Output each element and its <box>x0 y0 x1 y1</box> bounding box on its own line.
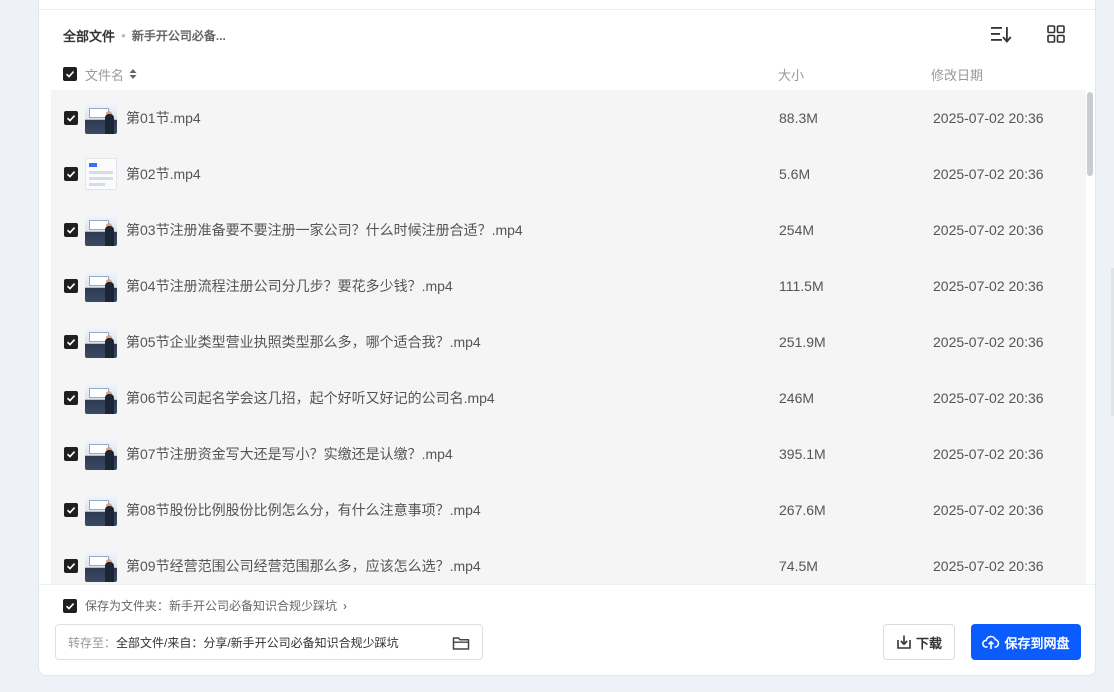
row-checkbox[interactable] <box>64 503 78 517</box>
column-header-name-label: 文件名 <box>85 67 125 83</box>
sort-icon <box>991 27 1012 43</box>
file-size: 254M <box>779 222 815 238</box>
file-name[interactable]: 第09节经营范围公司经营范围那么多，应该怎么选？.mp4 <box>126 556 481 576</box>
save-to-path-field[interactable]: 转存至： 全部文件/来自：分享/新手开公司必备知识合规少踩坑 <box>55 624 483 660</box>
cloud-upload-icon <box>982 635 1000 649</box>
file-date: 2025-07-02 20:36 <box>933 446 1044 462</box>
footer-divider <box>39 584 1095 585</box>
row-checkbox[interactable] <box>64 223 78 237</box>
download-label: 下载 <box>915 635 942 651</box>
row-checkbox[interactable] <box>64 391 78 405</box>
file-list[interactable]: 第01节.mp4 88.3M 2025-07-02 20:36 第02节.mp4 5.6… <box>51 90 1097 584</box>
file-row[interactable]: 第02节.mp4 5.6M 2025-07-02 20:36 <box>51 146 1086 202</box>
save-as-folder-option[interactable]: 保存为文件夹：新手开公司必备知识合规少踩坑 › <box>63 597 347 614</box>
check-icon <box>66 171 76 178</box>
file-thumbnail[interactable] <box>85 158 117 190</box>
file-name[interactable]: 第06节公司起名学会这几招，起个好听又好记的公司名.mp4 <box>126 388 495 408</box>
check-icon <box>66 563 76 570</box>
grid-icon <box>1047 25 1065 43</box>
column-header-date[interactable]: 修改日期 <box>931 65 983 84</box>
check-icon <box>66 227 76 234</box>
save-to-path: 全部文件/来自：分享/新手开公司必备知识合规少踩坑 <box>116 635 399 650</box>
save-as-folder-label: 保存为文件夹：新手开公司必备知识合规少踩坑 <box>85 599 338 613</box>
sort-arrows-icon <box>129 69 137 79</box>
check-icon <box>66 115 76 122</box>
grid-view-button[interactable] <box>1044 22 1068 46</box>
folder-icon[interactable] <box>452 634 470 652</box>
file-row[interactable]: 第03节注册准备要不要注册一家公司？什么时候注册合适？.mp4 254M 2025-… <box>51 202 1086 258</box>
file-row[interactable]: 第05节企业类型营业执照类型那么多，哪个适合我？.mp4 251.9M 2025-0… <box>51 314 1086 370</box>
file-row[interactable]: 第01节.mp4 88.3M 2025-07-02 20:36 <box>51 90 1086 146</box>
check-icon <box>66 395 76 402</box>
file-name[interactable]: 第08节股份比例股份比例怎么分，有什么注意事项？.mp4 <box>126 500 481 520</box>
check-icon <box>66 507 76 514</box>
file-name[interactable]: 第02节.mp4 <box>126 164 201 184</box>
row-checkbox[interactable] <box>64 167 78 181</box>
column-header-name[interactable]: 文件名 <box>85 65 138 84</box>
file-size: 267.6M <box>779 502 826 518</box>
check-icon <box>66 451 76 458</box>
select-all-checkbox[interactable] <box>63 67 77 81</box>
save-as-folder-checkbox[interactable] <box>63 598 77 613</box>
file-date: 2025-07-02 20:36 <box>933 390 1044 406</box>
file-date: 2025-07-02 20:36 <box>933 278 1044 294</box>
breadcrumb-separator-icon: ● <box>121 31 126 40</box>
video-thumbnail[interactable] <box>85 494 117 526</box>
breadcrumb-root[interactable]: 全部文件 <box>63 26 115 45</box>
file-row[interactable]: 第06节公司起名学会这几招，起个好听又好记的公司名.mp4 246M 2025-07… <box>51 370 1086 426</box>
file-row[interactable]: 第08节股份比例股份比例怎么分，有什么注意事项？.mp4 267.6M 2025-0… <box>51 482 1086 538</box>
check-icon <box>66 283 76 290</box>
video-thumbnail[interactable] <box>85 550 117 582</box>
video-thumbnail[interactable] <box>85 214 117 246</box>
scrollbar-thumb[interactable] <box>1087 92 1093 176</box>
table-header: 文件名 大小 修改日期 <box>63 64 1073 84</box>
file-size: 251.9M <box>779 334 826 350</box>
file-size: 395.1M <box>779 446 826 462</box>
file-row[interactable]: 第04节注册流程注册公司分几步？要花多少钱？.mp4 111.5M 2025-07-… <box>51 258 1086 314</box>
file-name[interactable]: 第07节注册资金写大还是写小？实缴还是认缴？.mp4 <box>126 444 453 464</box>
file-name[interactable]: 第01节.mp4 <box>126 108 201 128</box>
row-checkbox[interactable] <box>64 111 78 125</box>
file-name[interactable]: 第03节注册准备要不要注册一家公司？什么时候注册合适？.mp4 <box>126 220 523 240</box>
video-thumbnail[interactable] <box>85 438 117 470</box>
file-date: 2025-07-02 20:36 <box>933 166 1044 182</box>
file-row[interactable]: 第07节注册资金写大还是写小？实缴还是认缴？.mp4 395.1M 2025-07-… <box>51 426 1086 482</box>
check-icon <box>65 602 75 610</box>
breadcrumb-current[interactable]: 新手开公司必备... <box>132 27 226 44</box>
download-icon <box>897 635 911 649</box>
video-thumbnail[interactable] <box>85 382 117 414</box>
video-thumbnail[interactable] <box>85 326 117 358</box>
video-thumbnail[interactable] <box>85 270 117 302</box>
video-thumbnail[interactable] <box>85 102 117 134</box>
file-name[interactable]: 第05节企业类型营业执照类型那么多，哪个适合我？.mp4 <box>126 332 481 352</box>
file-size: 246M <box>779 390 815 406</box>
chevron-right-icon[interactable]: › <box>343 599 347 613</box>
save-to-prefix: 转存至： <box>68 635 117 650</box>
top-divider <box>39 9 1095 10</box>
save-to-cloud-button[interactable]: 保存到网盘 <box>971 624 1081 660</box>
file-save-panel: 全部文件 ● 新手开公司必备... 文件名 大小 修改日期 第01节.mp4 8… <box>38 0 1096 676</box>
download-button[interactable]: 下载 <box>883 624 955 660</box>
file-date: 2025-07-02 20:36 <box>933 110 1044 126</box>
save-to-cloud-label: 保存到网盘 <box>1004 635 1070 651</box>
check-icon <box>66 339 76 346</box>
breadcrumb: 全部文件 ● 新手开公司必备... <box>63 26 226 45</box>
sort-button[interactable] <box>989 22 1013 46</box>
row-checkbox[interactable] <box>64 335 78 349</box>
file-row[interactable]: 第09节经营范围公司经营范围那么多，应该怎么选？.mp4 74.5M 2025-07… <box>51 538 1086 584</box>
file-size: 5.6M <box>779 166 811 182</box>
row-checkbox[interactable] <box>64 279 78 293</box>
file-name[interactable]: 第04节注册流程注册公司分几步？要花多少钱？.mp4 <box>126 276 453 296</box>
check-icon <box>65 71 75 78</box>
file-date: 2025-07-02 20:36 <box>933 222 1044 238</box>
file-size: 111.5M <box>779 278 824 294</box>
file-size: 88.3M <box>779 110 818 126</box>
file-date: 2025-07-02 20:36 <box>933 558 1044 574</box>
row-checkbox[interactable] <box>64 559 78 573</box>
file-date: 2025-07-02 20:36 <box>933 502 1044 518</box>
file-size: 74.5M <box>779 558 818 574</box>
column-header-size[interactable]: 大小 <box>778 65 804 84</box>
row-checkbox[interactable] <box>64 447 78 461</box>
file-date: 2025-07-02 20:36 <box>933 334 1044 350</box>
